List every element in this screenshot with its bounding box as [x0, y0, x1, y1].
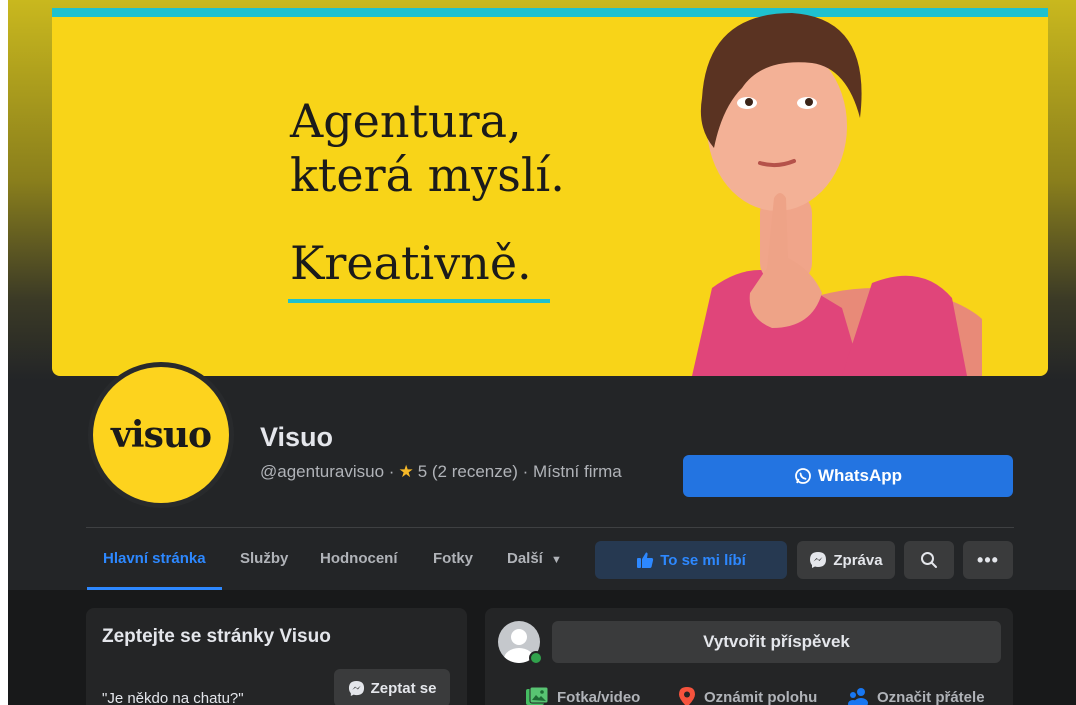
cover-person-illustration: [692, 13, 982, 376]
tab-services[interactable]: Služby: [240, 550, 288, 567]
more-options-button[interactable]: •••: [963, 541, 1013, 579]
search-icon: [921, 552, 937, 568]
ask-button-label: Zeptat se: [370, 679, 437, 697]
tab-photos[interactable]: Fotky: [433, 550, 473, 567]
search-button[interactable]: [904, 541, 954, 579]
tag-friends-button[interactable]: Označit přátele: [847, 686, 985, 705]
whatsapp-icon: [795, 468, 811, 484]
whatsapp-label: WhatsApp: [817, 466, 903, 485]
cover-underline: [288, 299, 550, 303]
ask-page-card: Zeptejte se stránky Visuo "Je někdo na c…: [86, 608, 467, 705]
tab-home[interactable]: Hlavní stránka: [103, 550, 206, 567]
page-frame: Agentura, která myslí. Kreativně. visuo …: [8, 0, 1076, 705]
page-meta: @agenturavisuo · ★ 5 (2 recenze) · Místn…: [260, 462, 622, 482]
page-title: Visuo: [260, 422, 334, 452]
messenger-icon: [348, 680, 364, 696]
page-handle: @agenturavisuo ·: [260, 462, 395, 481]
whatsapp-button[interactable]: WhatsApp: [683, 455, 1013, 497]
cover-photo[interactable]: Agentura, která myslí. Kreativně.: [52, 8, 1048, 376]
messenger-icon: [810, 552, 827, 568]
tab-reviews[interactable]: Hodnocení: [320, 550, 398, 567]
profile-logo: visuo: [93, 367, 229, 503]
people-icon: [848, 688, 868, 705]
ellipsis-icon: •••: [977, 549, 999, 570]
like-button[interactable]: To se mi líbí: [595, 541, 787, 579]
location-pin-icon: [679, 687, 695, 705]
tab-more[interactable]: Další ▼: [507, 550, 562, 567]
photo-video-label: Fotka/video: [557, 688, 641, 705]
star-icon: ★: [398, 462, 414, 481]
profile-divider: [86, 527, 1014, 528]
cover-headline-line3: Kreativně.: [290, 236, 532, 290]
profile-avatar[interactable]: visuo: [88, 362, 234, 508]
ask-card-quote: "Je někdo na chatu?": [102, 690, 244, 705]
create-post-button[interactable]: Vytvořit příspěvek: [552, 621, 1001, 663]
page-rating[interactable]: 5 (2 recenze) · Místní firma: [418, 462, 622, 482]
thumbs-up-icon: [637, 552, 654, 568]
like-label: To se mi líbí: [660, 551, 746, 569]
profile-logo-text: visuo: [110, 414, 212, 456]
message-label: Zpráva: [833, 551, 883, 569]
photo-icon: [526, 686, 549, 705]
cover-headline-line1: Agentura,: [290, 94, 522, 148]
photo-video-button[interactable]: Fotka/video: [525, 686, 640, 705]
message-button[interactable]: Zpráva: [797, 541, 895, 579]
cover-headline-line2: která myslí.: [290, 148, 565, 202]
caret-down-icon: ▼: [551, 554, 562, 566]
active-tab-indicator: [87, 587, 222, 590]
ask-card-title: Zeptejte se stránky Visuo: [102, 626, 331, 647]
tag-friends-label: Označit přátele: [877, 688, 985, 705]
ask-button[interactable]: Zeptat se: [334, 669, 450, 705]
check-in-button[interactable]: Oznámit polohu: [678, 686, 817, 705]
online-status-dot: [529, 651, 543, 665]
check-in-label: Oznámit polohu: [704, 688, 818, 705]
tab-more-label: Další: [507, 550, 543, 567]
post-composer-card: Vytvořit příspěvek Fotka/video Oznámit p…: [485, 608, 1013, 705]
